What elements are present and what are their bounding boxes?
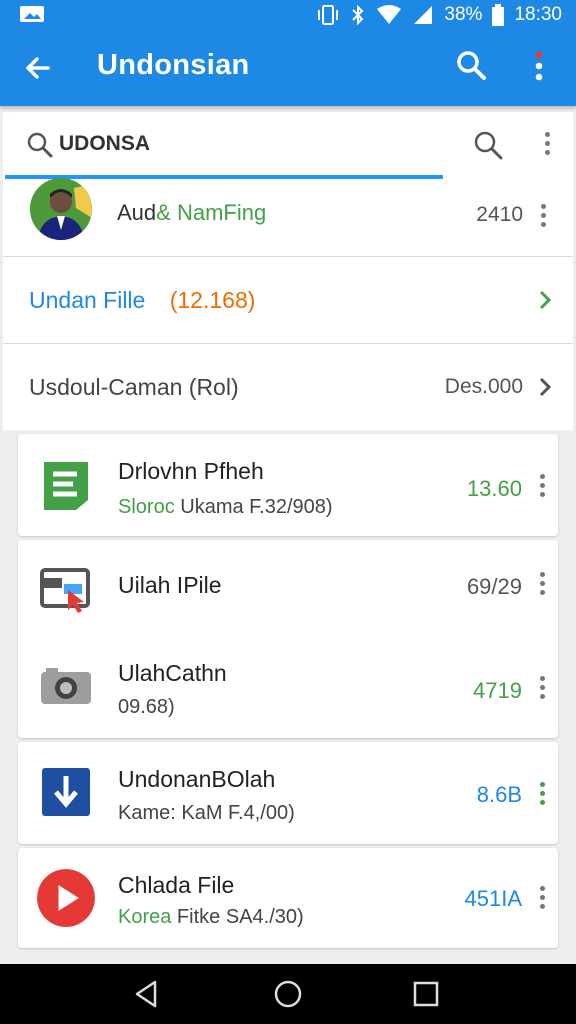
search-underline — [5, 175, 443, 179]
file-card: Uilah IPile 69/29 UlahCathn 09.68) 4719 — [18, 540, 558, 738]
file-item[interactable]: UlahCathn 09.68) 4719 — [18, 636, 558, 738]
file-subtitle: Sloroc Ukama F.32/908) — [118, 496, 333, 518]
file-value: 69/29 — [466, 574, 522, 599]
file-title: Uilah IPile — [118, 572, 222, 598]
download-icon — [42, 768, 90, 816]
more-vert-icon[interactable] — [538, 886, 546, 914]
back-arrow-icon[interactable] — [18, 48, 58, 88]
chevron-right-icon[interactable] — [536, 289, 554, 311]
file-item[interactable]: Chlada File Korea Fitke SA4./30) 451IA — [18, 848, 558, 948]
file-subtitle: Korea Fitke SA4./30) — [118, 906, 304, 928]
nav-home-icon[interactable] — [272, 978, 304, 1010]
play-icon — [37, 869, 95, 927]
file-subtitle: Kame: KaM F.4,/00) — [118, 802, 295, 824]
more-vert-icon[interactable] — [538, 572, 546, 600]
nav-back-icon[interactable] — [131, 978, 163, 1010]
list-item[interactable]: Aud& NamFing 2410 — [3, 178, 573, 257]
search-submit-icon[interactable] — [471, 128, 505, 162]
nav-recents-icon[interactable] — [410, 978, 442, 1010]
image-file-icon — [40, 568, 90, 613]
photo-notification-icon — [20, 6, 44, 22]
file-card: UndonanBOlah Kame: KaM F.4,/00) 8.6B — [18, 742, 558, 844]
more-vert-icon[interactable] — [538, 782, 546, 810]
more-vert-icon[interactable] — [537, 132, 557, 166]
list-item[interactable]: Undan Fille (12.168) — [3, 257, 573, 344]
more-vert-icon[interactable] — [524, 46, 554, 86]
file-value: 451IA — [464, 886, 523, 911]
more-vert-icon[interactable] — [539, 204, 547, 232]
camera-icon — [41, 668, 91, 704]
search-bar: UDONSA — [3, 112, 573, 182]
file-title: UndonanBOlah — [118, 766, 276, 792]
status-bar: 38% 18:30 — [0, 0, 576, 30]
bluetooth-icon — [352, 4, 364, 26]
file-title: Chlada File — [118, 872, 235, 898]
file-value: 8.6B — [476, 782, 522, 807]
folder-label: Undan Fille (12.168) — [29, 287, 256, 313]
green-doc-icon — [44, 462, 88, 510]
vibrate-icon — [318, 5, 339, 25]
search-icon — [27, 132, 53, 158]
wifi-icon — [377, 5, 402, 24]
file-card: Chlada File Korea Fitke SA4./30) 451IA — [18, 848, 558, 948]
file-title: UlahCathn — [118, 660, 227, 686]
battery-icon — [492, 4, 505, 26]
file-title: Drlovhn Pfheh — [118, 458, 264, 484]
battery-percent: 38% — [444, 4, 483, 25]
more-vert-icon[interactable] — [538, 676, 546, 704]
file-item[interactable]: Uilah IPile 69/29 — [18, 540, 558, 636]
search-icon[interactable] — [452, 46, 492, 86]
file-item[interactable]: Drlovhn Pfheh Sloroc Ukama F.32/908) 13.… — [18, 434, 558, 536]
more-vert-icon[interactable] — [538, 474, 546, 502]
chevron-right-icon[interactable] — [536, 376, 554, 398]
signal-icon — [414, 6, 433, 24]
category-value: Des.000 — [444, 375, 523, 398]
file-value: 13.60 — [466, 476, 522, 501]
folder-count: (12.168) — [169, 287, 256, 313]
file-subtitle: 09.68) — [118, 696, 175, 718]
contact-name: Aud& NamFing — [117, 200, 267, 225]
top-list: Aud& NamFing 2410 Undan Fille (12.168) U… — [3, 178, 573, 430]
file-card: Drlovhn Pfheh Sloroc Ukama F.32/908) 13.… — [18, 434, 558, 536]
file-item[interactable]: UndonanBOlah Kame: KaM F.4,/00) 8.6B — [18, 742, 558, 844]
avatar — [30, 178, 92, 240]
page-title: Undonsian — [97, 49, 250, 81]
clock: 18:30 — [514, 4, 562, 25]
system-nav-bar — [0, 964, 576, 1024]
contact-value: 2410 — [476, 203, 523, 226]
category-label: Usdoul-Caman (Rol) — [29, 374, 239, 400]
app-bar: Undonsian — [0, 30, 576, 106]
list-item[interactable]: Usdoul-Caman (Rol) Des.000 — [3, 344, 573, 430]
search-input[interactable]: UDONSA — [59, 132, 150, 156]
file-value: 4719 — [473, 678, 522, 703]
